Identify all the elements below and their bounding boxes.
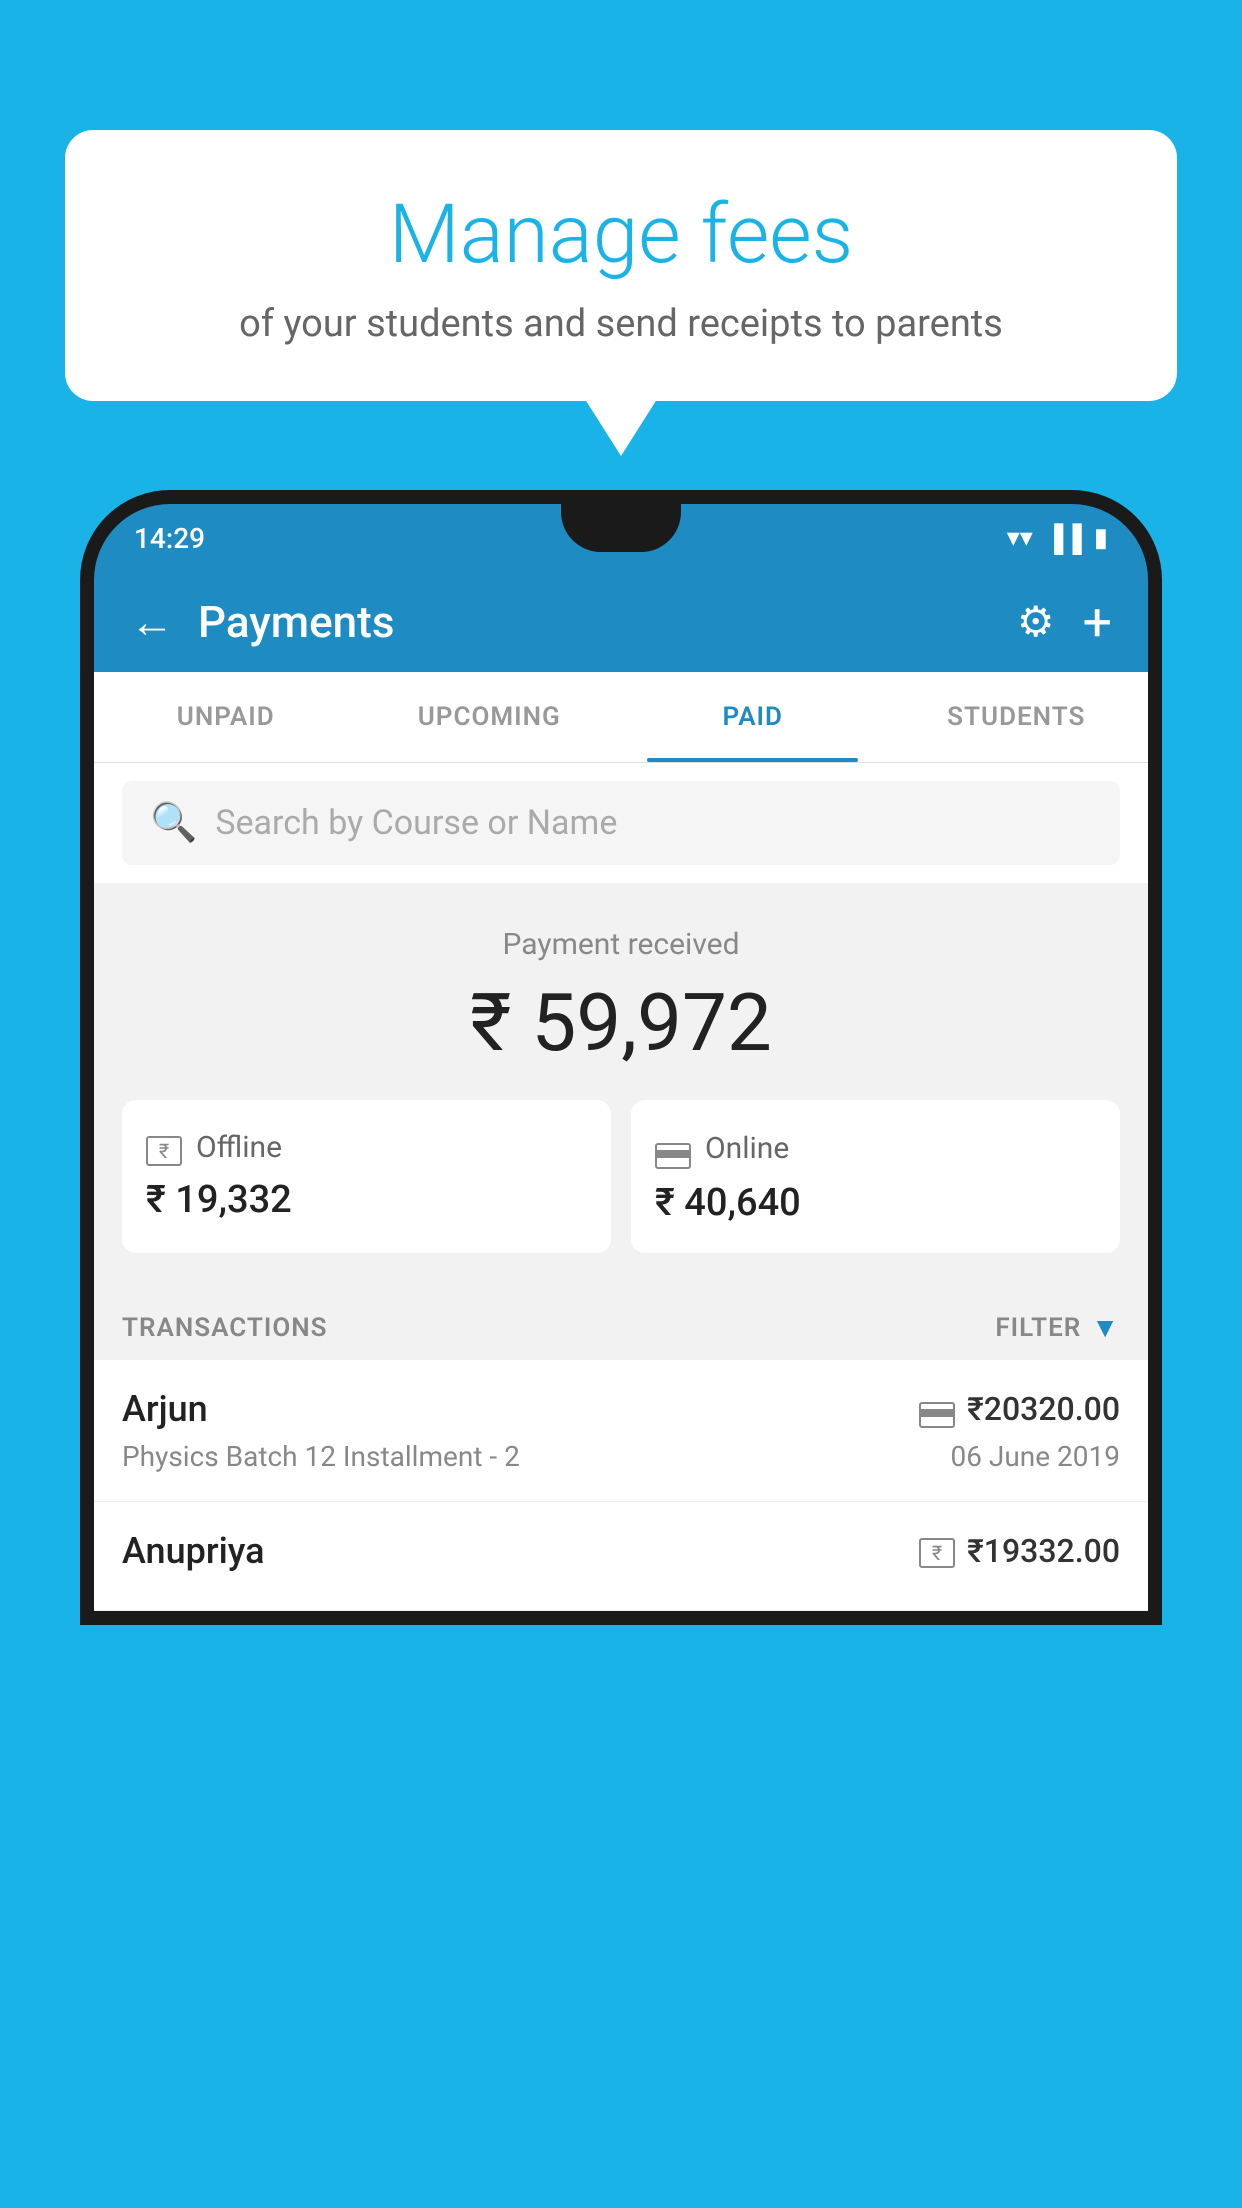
phone-container: 14:29 ▾▾ ▐▐ ▮ ← Payments xyxy=(80,490,1162,2208)
status-icons: ▾▾ ▐▐ ▮ xyxy=(1007,523,1108,554)
transaction-row1: Arjun ₹20320.00 xyxy=(122,1388,1120,1430)
transaction-date-1: 06 June 2019 xyxy=(950,1440,1120,1473)
tab-students[interactable]: STUDENTS xyxy=(885,672,1149,762)
online-amount: ₹ 40,640 xyxy=(655,1181,1096,1225)
online-label: Online xyxy=(705,1131,789,1166)
status-time: 14:29 xyxy=(134,522,205,555)
app-header: ← Payments xyxy=(94,572,1148,672)
offline-card-header: ₹ Offline xyxy=(146,1128,587,1166)
search-icon: 🔍 xyxy=(150,801,197,845)
app-content: 🔍 Search by Course or Name Payment recei… xyxy=(94,763,1148,1611)
bubble-subtitle: of your students and send receipts to pa… xyxy=(115,302,1127,346)
transaction-amount-2: ₹19332.00 xyxy=(967,1532,1120,1570)
status-bar: 14:29 ▾▾ ▐▐ ▮ xyxy=(94,504,1148,572)
filter-icon: ▼ xyxy=(1091,1311,1120,1344)
settings-icon[interactable] xyxy=(1017,597,1055,647)
background: Manage fees of your students and send re… xyxy=(0,0,1242,2208)
filter-label: FILTER xyxy=(995,1313,1081,1343)
transaction-amount-row-1: ₹20320.00 xyxy=(919,1390,1120,1428)
online-card: Online ₹ 40,640 xyxy=(631,1100,1120,1253)
transaction-type-icon-1 xyxy=(919,1391,955,1428)
header-actions xyxy=(1017,592,1112,653)
tab-upcoming[interactable]: UPCOMING xyxy=(358,672,622,762)
search-placeholder: Search by Course or Name xyxy=(215,803,617,843)
battery-icon: ▮ xyxy=(1094,523,1108,553)
transactions-label: TRANSACTIONS xyxy=(122,1313,328,1343)
tab-unpaid[interactable]: UNPAID xyxy=(94,672,358,762)
bubble-title: Manage fees xyxy=(115,190,1127,280)
back-button[interactable]: ← xyxy=(130,596,174,648)
payment-cards: ₹ Offline ₹ 19,332 xyxy=(122,1100,1120,1253)
offline-amount: ₹ 19,332 xyxy=(146,1178,587,1222)
search-bar[interactable]: 🔍 Search by Course or Name xyxy=(122,781,1120,865)
signal-icon: ▐▐ xyxy=(1045,523,1082,554)
phone-frame: 14:29 ▾▾ ▐▐ ▮ ← Payments xyxy=(80,490,1162,1625)
offline-card: ₹ Offline ₹ 19,332 xyxy=(122,1100,611,1253)
header-title: Payments xyxy=(198,596,993,648)
transactions-header: TRANSACTIONS FILTER ▼ xyxy=(94,1283,1148,1360)
add-icon[interactable] xyxy=(1082,592,1112,653)
transaction-amount-row-2: ₹ ₹19332.00 xyxy=(919,1532,1120,1570)
filter-button[interactable]: FILTER ▼ xyxy=(995,1311,1120,1344)
online-icon xyxy=(655,1128,691,1169)
phone-notch xyxy=(561,504,681,552)
transaction-item-2[interactable]: Anupriya ₹ ₹19332.00 xyxy=(94,1502,1148,1611)
payment-received-label: Payment received xyxy=(122,927,1120,962)
tabs-container: UNPAID UPCOMING PAID STUDENTS xyxy=(94,672,1148,763)
offline-label: Offline xyxy=(196,1130,282,1165)
transaction-row2-1: Physics Batch 12 Installment - 2 06 June… xyxy=(122,1440,1120,1473)
online-card-header: Online xyxy=(655,1128,1096,1169)
wifi-icon: ▾▾ xyxy=(1007,523,1033,553)
transaction-name-1: Arjun xyxy=(122,1388,208,1430)
transaction-name-2: Anupriya xyxy=(122,1530,265,1572)
payment-summary: Payment received ₹ 59,972 ₹ Offline ₹ 19 xyxy=(94,883,1148,1283)
transaction-row1-2: Anupriya ₹ ₹19332.00 xyxy=(122,1530,1120,1572)
speech-bubble-container: Manage fees of your students and send re… xyxy=(65,130,1177,401)
search-container: 🔍 Search by Course or Name xyxy=(94,763,1148,883)
transaction-item-1[interactable]: Arjun ₹20320.00 Physics Batch 12 Install… xyxy=(94,1360,1148,1502)
transaction-type-icon-2: ₹ xyxy=(919,1534,955,1568)
transaction-amount-1: ₹20320.00 xyxy=(967,1390,1120,1428)
tab-paid[interactable]: PAID xyxy=(621,672,885,762)
payment-total-amount: ₹ 59,972 xyxy=(122,976,1120,1070)
speech-bubble: Manage fees of your students and send re… xyxy=(65,130,1177,401)
transaction-desc-1: Physics Batch 12 Installment - 2 xyxy=(122,1440,520,1473)
offline-icon: ₹ xyxy=(146,1128,182,1166)
